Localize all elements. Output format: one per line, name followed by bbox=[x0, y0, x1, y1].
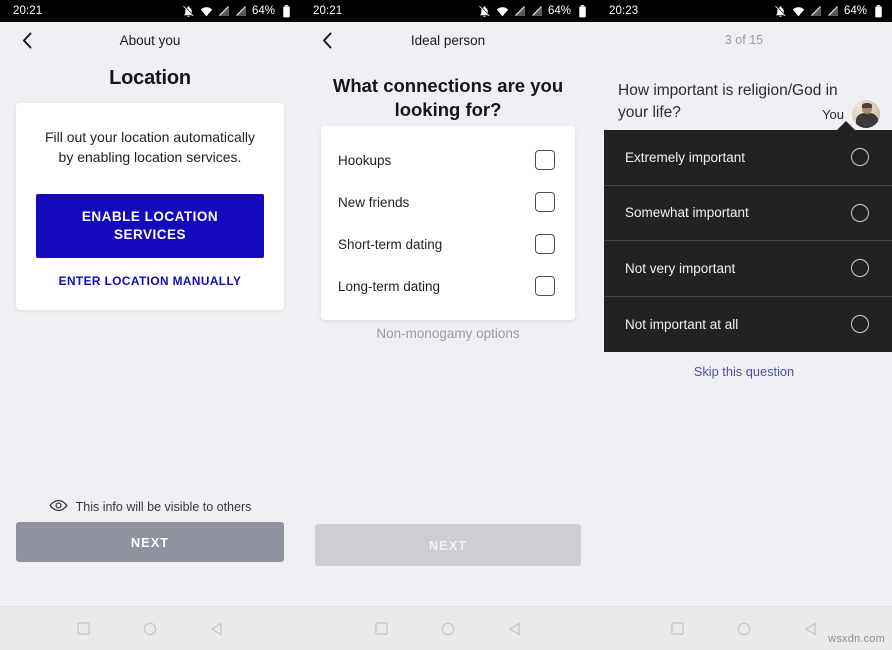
you-label: You bbox=[822, 106, 844, 122]
visibility-note: This info will be visible to others bbox=[0, 499, 300, 515]
location-description: Fill out your location automatically by … bbox=[44, 129, 256, 166]
list-item[interactable]: Not very important bbox=[604, 241, 892, 297]
android-navbar-1 bbox=[0, 606, 300, 650]
status-time: 20:21 bbox=[313, 5, 343, 17]
back-chevron-icon[interactable] bbox=[318, 31, 336, 49]
enable-location-services-button[interactable]: ENABLE LOCATION SERVICES bbox=[36, 193, 264, 259]
checkbox-icon[interactable] bbox=[535, 192, 555, 212]
battery-percent: 64% bbox=[547, 5, 571, 17]
android-navbar-2 bbox=[300, 606, 596, 650]
location-card: Fill out your location automatically by … bbox=[16, 103, 284, 311]
signal-off-icon bbox=[531, 5, 543, 17]
option-label: Extremely important bbox=[625, 149, 746, 165]
bell-muted-icon bbox=[182, 4, 195, 18]
app-header-3: 3 of 15 bbox=[596, 22, 892, 58]
eye-icon bbox=[49, 499, 68, 515]
wifi-icon bbox=[792, 5, 805, 18]
screen-religion-question: 20:23 64% 3 of 15 How important is relig… bbox=[596, 0, 892, 650]
screen-location: 20:21 64% About you Location Fill out yo… bbox=[0, 0, 300, 650]
option-label: Somewhat important bbox=[625, 205, 749, 221]
bell-muted-icon bbox=[478, 4, 491, 18]
status-bar-3: 20:23 64% bbox=[596, 0, 892, 22]
square-icon[interactable] bbox=[77, 622, 90, 635]
option-label: Not very important bbox=[625, 260, 736, 276]
visibility-note-text: This info will be visible to others bbox=[75, 500, 252, 514]
status-bar-1: 20:21 64% bbox=[0, 0, 300, 22]
list-item[interactable]: Not important at all bbox=[604, 297, 892, 353]
religion-body: How important is religion/God in your li… bbox=[596, 58, 892, 606]
status-icon-group: 64% bbox=[774, 4, 883, 18]
status-time: 20:21 bbox=[13, 5, 43, 17]
app-header-1: About you bbox=[0, 22, 300, 58]
square-icon[interactable] bbox=[671, 622, 684, 635]
list-item[interactable]: Extremely important bbox=[604, 130, 892, 186]
non-monogamy-options-link[interactable]: Non-monogamy options bbox=[300, 326, 596, 341]
watermark: wsxdn.com bbox=[828, 633, 885, 645]
wifi-icon bbox=[496, 5, 509, 18]
battery-percent: 64% bbox=[843, 5, 867, 17]
status-bar-2: 20:21 64% bbox=[300, 0, 596, 22]
circle-icon[interactable] bbox=[441, 622, 455, 636]
next-button[interactable]: NEXT bbox=[315, 524, 581, 566]
circle-icon[interactable] bbox=[737, 622, 751, 636]
status-icon-group: 64% bbox=[478, 4, 587, 18]
battery-icon bbox=[874, 4, 883, 18]
square-icon[interactable] bbox=[375, 622, 388, 635]
caret-up-icon bbox=[836, 121, 856, 131]
signal-off-icon bbox=[218, 5, 230, 17]
radio-icon[interactable] bbox=[851, 259, 869, 278]
status-icon-group: 64% bbox=[182, 4, 291, 18]
triangle-back-icon[interactable] bbox=[210, 622, 223, 636]
checkbox-icon[interactable] bbox=[535, 234, 555, 254]
list-item[interactable]: Short-term dating bbox=[321, 223, 575, 265]
checkbox-icon[interactable] bbox=[535, 276, 555, 296]
list-item[interactable]: New friends bbox=[321, 181, 575, 223]
header-title: About you bbox=[119, 32, 181, 48]
connections-option-list: Hookups New friends Short-term dating Lo… bbox=[321, 126, 575, 320]
next-button[interactable]: NEXT bbox=[16, 522, 284, 562]
skip-question-link[interactable]: Skip this question bbox=[596, 364, 892, 379]
battery-icon bbox=[282, 4, 291, 18]
battery-icon bbox=[578, 4, 587, 18]
list-item[interactable]: Hookups bbox=[321, 139, 575, 181]
header-title: Ideal person bbox=[410, 32, 486, 48]
battery-percent: 64% bbox=[251, 5, 275, 17]
radio-icon[interactable] bbox=[851, 315, 869, 334]
option-label: New friends bbox=[338, 194, 410, 210]
signal-off-icon bbox=[235, 5, 247, 17]
option-label: Short-term dating bbox=[338, 236, 443, 252]
option-label: Not important at all bbox=[625, 316, 739, 332]
signal-off-icon bbox=[827, 5, 839, 17]
avatar[interactable] bbox=[852, 100, 880, 128]
triangle-back-icon[interactable] bbox=[804, 622, 817, 636]
app-header-2: Ideal person bbox=[300, 22, 596, 58]
connections-body: What connections are you looking for? Ho… bbox=[300, 58, 596, 606]
screenshot-root: 20:21 64% About you Location Fill out yo… bbox=[0, 0, 892, 650]
radio-icon[interactable] bbox=[851, 203, 869, 222]
status-time: 20:23 bbox=[609, 5, 639, 17]
signal-off-icon bbox=[514, 5, 526, 17]
step-counter: 3 of 15 bbox=[724, 33, 764, 47]
option-label: Hookups bbox=[338, 152, 392, 168]
location-body: Fill out your location automatically by … bbox=[0, 90, 300, 606]
enter-location-manually-button[interactable]: ENTER LOCATION MANUALLY bbox=[36, 274, 264, 288]
list-item[interactable]: Somewhat important bbox=[604, 186, 892, 241]
screen-connections: 20:21 64% Ideal person What connections … bbox=[300, 0, 596, 650]
signal-off-icon bbox=[810, 5, 822, 17]
page-title: Location bbox=[109, 67, 191, 89]
checkbox-icon[interactable] bbox=[535, 150, 555, 170]
list-item[interactable]: Long-term dating bbox=[321, 265, 575, 307]
wifi-icon bbox=[200, 5, 213, 18]
option-label: Long-term dating bbox=[338, 278, 441, 294]
triangle-back-icon[interactable] bbox=[508, 622, 521, 636]
question-title: What connections are you looking for? bbox=[332, 75, 564, 121]
circle-icon[interactable] bbox=[143, 622, 157, 636]
radio-icon[interactable] bbox=[851, 148, 869, 167]
back-chevron-icon[interactable] bbox=[18, 31, 36, 49]
bell-muted-icon bbox=[774, 4, 787, 18]
religion-option-list: Extremely important Somewhat important N… bbox=[604, 121, 892, 353]
